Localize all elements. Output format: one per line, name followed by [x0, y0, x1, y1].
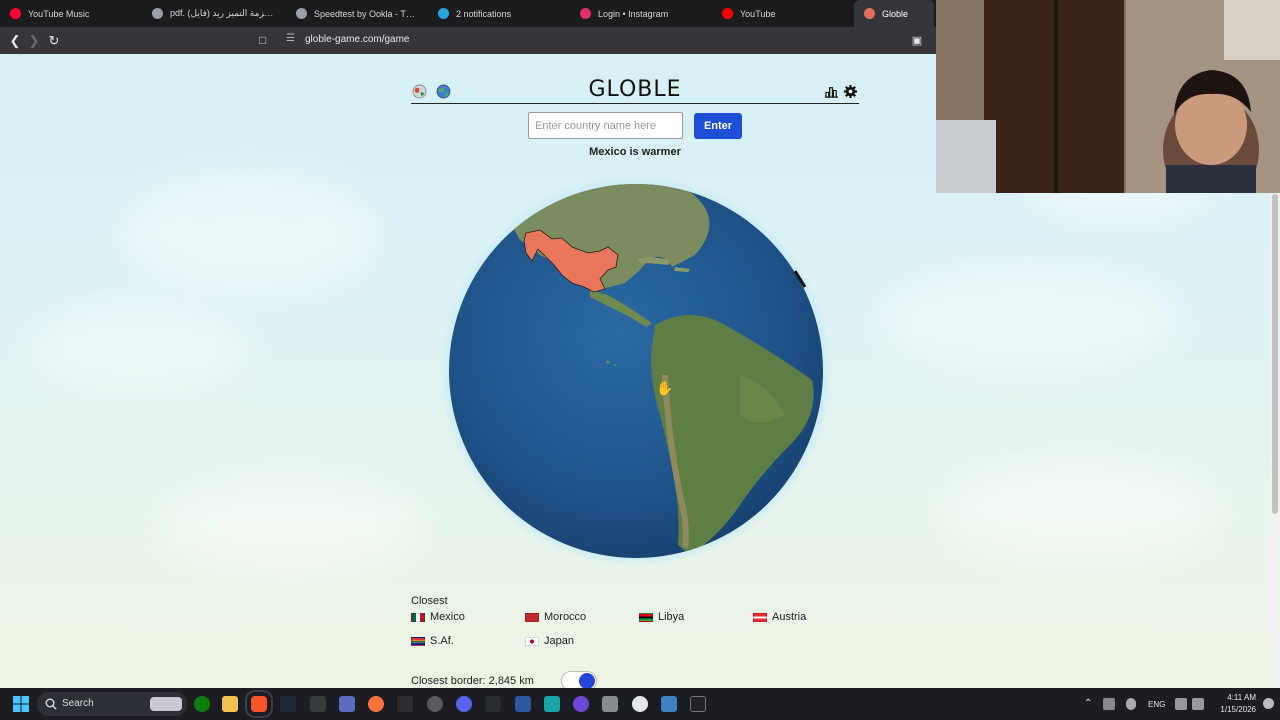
grab-cursor-icon: ✋	[656, 380, 673, 397]
guessed-country[interactable]: Libya	[639, 611, 684, 623]
guessed-country[interactable]: Morocco	[525, 611, 586, 623]
app-icon-7[interactable]	[632, 696, 648, 712]
youtube-music-icon	[10, 8, 21, 19]
guessed-country-name: Austria	[772, 611, 807, 623]
guessed-country[interactable]: Austria	[753, 611, 806, 623]
app-icon-5[interactable]	[573, 696, 589, 712]
app-icon-3[interactable]	[515, 696, 531, 712]
telegram-icon	[438, 8, 449, 19]
country-flag-icon	[411, 612, 425, 622]
statistics-icon[interactable]	[824, 84, 839, 99]
guessed-country-name: Japan	[544, 635, 574, 647]
windows-start-icon[interactable]	[13, 696, 29, 712]
closest-border-text: Closest border: 2,845 km	[411, 675, 534, 687]
app-icon-6[interactable]	[602, 696, 618, 712]
settings-gear-icon[interactable]	[843, 84, 858, 99]
globe-icon	[152, 8, 163, 19]
browser-tab-title: pdf. (فايل) 101 ملزمة التميز ريد	[170, 8, 276, 18]
guessed-country[interactable]: Mexico	[411, 611, 465, 623]
guessed-country-name: Libya	[658, 611, 685, 623]
steam-icon[interactable]	[280, 696, 296, 712]
clock-time[interactable]: 4:11 AM	[1216, 693, 1256, 702]
notifications-icon[interactable]	[1263, 698, 1274, 709]
browser-tab[interactable]: 2 notifications	[428, 0, 570, 27]
guessed-country[interactable]: Japan	[525, 635, 574, 647]
country-input[interactable]	[528, 112, 683, 139]
guessed-country[interactable]: S.Af.	[411, 635, 454, 647]
wifi-tray-icon[interactable]	[1175, 698, 1187, 710]
network-tray-icon[interactable]	[1103, 698, 1115, 710]
firefox-icon[interactable]	[368, 696, 384, 712]
webcam-overlay	[936, 0, 1280, 193]
guessed-country-name: S.Af.	[430, 635, 454, 647]
browser-tab[interactable]: YouTube Music	[0, 0, 142, 27]
app-icon-2[interactable]	[397, 696, 413, 712]
windows-taskbar: Search ⌃ ENG 4:11 AM 1/15/2026	[0, 688, 1280, 720]
bookmark-icon[interactable]: □	[259, 33, 266, 47]
enter-button[interactable]: Enter	[694, 113, 742, 139]
page-title: GLOBLE	[588, 77, 682, 102]
globe-canvas[interactable]: ✋	[440, 175, 832, 567]
browser-tab[interactable]: Speedtest by Ookla - The Glob	[286, 0, 428, 27]
toggle-knob[interactable]	[579, 673, 595, 688]
country-flag-icon	[753, 612, 767, 622]
closest-label: Closest	[411, 595, 448, 607]
globle-icon	[864, 8, 875, 19]
discord-icon[interactable]	[456, 696, 472, 712]
browser-tab-title: Login • Instagram	[598, 8, 669, 19]
notepad-icon[interactable]	[339, 696, 355, 712]
reload-icon[interactable]: ↻	[45, 32, 63, 50]
back-icon[interactable]: ❮	[6, 32, 24, 50]
country-flag-icon	[411, 636, 425, 646]
browser-tab[interactable]: pdf. (فايل) 101 ملزمة التميز ريد	[142, 0, 286, 27]
app-icon-8[interactable]	[661, 696, 677, 712]
cast-icon[interactable]: ▣	[908, 32, 926, 50]
mic-tray-icon[interactable]	[1126, 698, 1136, 710]
speedtest-icon	[296, 8, 307, 19]
volume-tray-icon[interactable]	[1192, 698, 1204, 710]
globe[interactable]: ✋	[440, 175, 832, 567]
browser-tab[interactable]: Globle	[854, 0, 934, 27]
epic-games-icon[interactable]	[690, 696, 706, 712]
site-info-icon[interactable]: ☰	[286, 33, 297, 44]
country-flag-icon	[525, 636, 539, 646]
browser-tab-title: Speedtest by Ookla - The Glob	[314, 8, 418, 19]
browser-tab-title: YouTube Music	[28, 8, 90, 19]
browser-tab[interactable]: Login • Instagram	[570, 0, 712, 27]
clock-date[interactable]: 1/15/2026	[1210, 705, 1256, 714]
browser-tab-title: YouTube	[740, 8, 776, 19]
brave-browser-icon[interactable]	[245, 690, 273, 718]
browser-tab-title: 2 notifications	[456, 8, 512, 19]
url-field[interactable]: globle-game.com/game	[305, 34, 410, 45]
browser-tab-title: Globle	[882, 8, 909, 19]
youtube-icon	[722, 8, 733, 19]
browser-tab[interactable]: YouTube	[712, 0, 854, 27]
app-icon-4[interactable]	[544, 696, 560, 712]
app-icon[interactable]	[310, 696, 326, 712]
language-indicator[interactable]: ENG	[1148, 700, 1165, 709]
search-label: Search	[62, 698, 94, 709]
country-flag-icon	[525, 612, 539, 622]
scroll-thumb[interactable]	[1272, 194, 1278, 514]
instagram-icon	[580, 8, 591, 19]
search-icon	[45, 698, 57, 710]
forward-icon[interactable]: ❯	[25, 32, 43, 50]
units-toggle[interactable]	[561, 671, 597, 688]
tray-chevron-icon[interactable]: ⌃	[1084, 698, 1092, 709]
guessed-country-name: Morocco	[544, 611, 587, 623]
country-flag-icon	[639, 612, 653, 622]
xbox-icon[interactable]	[194, 696, 210, 712]
search-highlight-icon[interactable]	[150, 697, 182, 711]
warmer-hint: Mexico is warmer	[589, 146, 681, 158]
file-explorer-icon[interactable]	[222, 696, 238, 712]
terminal-icon[interactable]	[485, 696, 501, 712]
game-header: GLOBLE	[411, 77, 859, 104]
guessed-country-name: Mexico	[430, 611, 465, 623]
obs-icon[interactable]	[427, 696, 443, 712]
